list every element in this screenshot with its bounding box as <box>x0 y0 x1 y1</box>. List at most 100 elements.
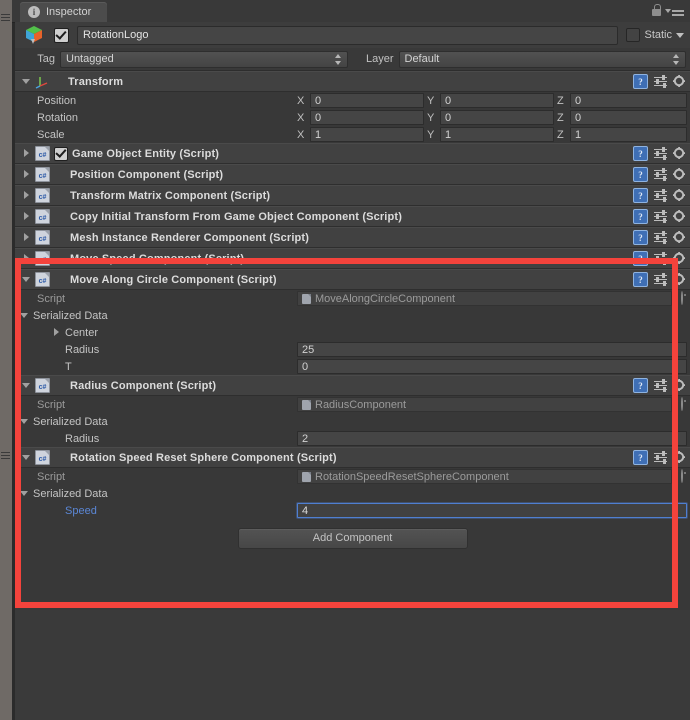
serialized-data-foldout[interactable]: Serialized Data <box>15 413 690 430</box>
script-object-field[interactable]: MoveAlongCircleComponent <box>297 291 672 306</box>
serialized-field-input[interactable]: 0 <box>297 359 687 374</box>
tag-dropdown[interactable]: Untagged <box>60 50 348 68</box>
transform-field-x[interactable]: 0 <box>310 110 424 125</box>
serialized-data-foldout[interactable]: Serialized Data <box>15 307 690 324</box>
foldout-arrow-icon[interactable] <box>21 452 32 463</box>
foldout-arrow-icon[interactable] <box>21 253 32 264</box>
script-object-field[interactable]: RotationSpeedResetSphereComponent <box>297 469 672 484</box>
component-title: Position Component (Script) <box>70 168 224 181</box>
transform-field-z[interactable]: 1 <box>570 127 687 142</box>
help-icon[interactable]: ? <box>633 167 648 182</box>
csharp-script-icon: c# <box>35 272 50 287</box>
serialized-field-label: Center <box>65 326 99 339</box>
chevron-down-icon[interactable] <box>676 32 684 38</box>
hamburger-menu-icon[interactable] <box>665 6 684 16</box>
preset-sliders-icon[interactable] <box>654 231 667 244</box>
preset-sliders-icon[interactable] <box>654 379 667 392</box>
gear-icon[interactable] <box>673 210 686 223</box>
foldout-arrow-icon[interactable] <box>21 274 32 285</box>
gameobject-enabled-checkbox[interactable] <box>54 27 69 43</box>
component-enabled-checkbox[interactable] <box>54 146 68 161</box>
preset-sliders-icon[interactable] <box>654 210 667 223</box>
foldout-arrow-icon[interactable] <box>51 327 62 338</box>
foldout-arrow-icon[interactable] <box>21 380 32 391</box>
script-reference-row: Script MoveAlongCircleComponent <box>15 290 690 307</box>
preset-sliders-icon[interactable] <box>654 189 667 202</box>
gameobject-name-input[interactable]: RotationLogo <box>77 25 619 45</box>
component-header[interactable]: c# Move Speed Component (Script)? <box>15 248 690 269</box>
preset-sliders-icon[interactable] <box>654 147 667 160</box>
gear-icon[interactable] <box>673 379 686 392</box>
component-header[interactable]: c# Rotation Speed Reset Sphere Component … <box>15 447 690 468</box>
component-header-transform[interactable]: Transform ? <box>15 71 690 92</box>
component-title: Transform Matrix Component (Script) <box>70 189 271 202</box>
gear-icon[interactable] <box>673 168 686 181</box>
serialized-field-input[interactable]: 4 <box>297 503 687 518</box>
preset-sliders-icon[interactable] <box>654 168 667 181</box>
serialized-data-label: Serialized Data <box>33 415 108 428</box>
preset-sliders-icon[interactable] <box>654 273 667 286</box>
foldout-arrow-icon[interactable] <box>19 416 30 427</box>
script-object-field[interactable]: RadiusComponent <box>297 397 672 412</box>
object-picker-icon[interactable] <box>676 291 687 305</box>
foldout-arrow-icon[interactable] <box>21 169 32 180</box>
component-header[interactable]: c# Move Along Circle Component (Script)? <box>15 269 690 290</box>
tabbar-actions <box>651 4 684 17</box>
foldout-arrow-icon[interactable] <box>21 211 32 222</box>
gear-icon[interactable] <box>673 147 686 160</box>
static-checkbox[interactable] <box>626 28 641 42</box>
gear-icon[interactable] <box>673 451 686 464</box>
transform-field-z[interactable]: 0 <box>570 93 687 108</box>
gear-icon[interactable] <box>673 252 686 265</box>
help-icon[interactable]: ? <box>633 74 648 89</box>
component-header[interactable]: c# Mesh Instance Renderer Component (Scri… <box>15 227 690 248</box>
object-picker-icon[interactable] <box>676 397 687 411</box>
serialized-field-input[interactable]: 2 <box>297 431 687 446</box>
help-icon[interactable]: ? <box>633 272 648 287</box>
component-header[interactable]: c# Radius Component (Script)? <box>15 375 690 396</box>
serialized-field-row: Center <box>15 324 690 341</box>
help-icon[interactable]: ? <box>633 378 648 393</box>
component-header[interactable]: c# Transform Matrix Component (Script)? <box>15 185 690 206</box>
layer-dropdown[interactable]: Default <box>398 50 686 68</box>
help-icon[interactable]: ? <box>633 146 648 161</box>
preset-sliders-icon[interactable] <box>654 75 667 88</box>
transform-field-y[interactable]: 1 <box>440 127 554 142</box>
transform-field-x[interactable]: 1 <box>310 127 424 142</box>
foldout-arrow-icon[interactable] <box>19 310 30 321</box>
preset-sliders-icon[interactable] <box>654 451 667 464</box>
foldout-arrow-icon[interactable] <box>21 76 32 87</box>
transform-field-y[interactable]: 0 <box>440 93 554 108</box>
help-icon[interactable]: ? <box>633 230 648 245</box>
transform-field-z[interactable]: 0 <box>570 110 687 125</box>
tab-inspector[interactable]: i Inspector <box>20 2 108 22</box>
component-header[interactable]: c# Position Component (Script)? <box>15 164 690 185</box>
transform-field-x[interactable]: 0 <box>310 93 424 108</box>
gear-icon[interactable] <box>673 189 686 202</box>
lock-icon[interactable] <box>651 4 662 17</box>
object-picker-icon[interactable] <box>676 469 687 483</box>
preset-sliders-icon[interactable] <box>654 252 667 265</box>
gear-icon[interactable] <box>673 273 686 286</box>
axis-label-y: Y <box>427 128 435 141</box>
foldout-arrow-icon[interactable] <box>21 232 32 243</box>
serialized-data-foldout[interactable]: Serialized Data <box>15 485 690 502</box>
foldout-arrow-icon[interactable] <box>19 488 30 499</box>
serialized-field-input[interactable]: 25 <box>297 342 687 357</box>
component-header[interactable]: c# Game Object Entity (Script)? <box>15 143 690 164</box>
gear-icon[interactable] <box>673 75 686 88</box>
help-icon[interactable]: ? <box>633 251 648 266</box>
foldout-arrow-icon[interactable] <box>21 148 32 159</box>
gear-icon[interactable] <box>673 231 686 244</box>
axis-label-x: X <box>297 94 305 107</box>
add-component-label: Add Component <box>312 532 393 544</box>
component-header[interactable]: c# Copy Initial Transform From Game Objec… <box>15 206 690 227</box>
foldout-arrow-icon[interactable] <box>21 190 32 201</box>
transform-field-y[interactable]: 0 <box>440 110 554 125</box>
inspector-tabbar: i Inspector <box>12 0 690 23</box>
help-icon[interactable]: ? <box>633 209 648 224</box>
help-icon[interactable]: ? <box>633 450 648 465</box>
static-toggle-group[interactable]: Static <box>626 28 684 42</box>
help-icon[interactable]: ? <box>633 188 648 203</box>
add-component-button[interactable]: Add Component <box>237 527 468 549</box>
